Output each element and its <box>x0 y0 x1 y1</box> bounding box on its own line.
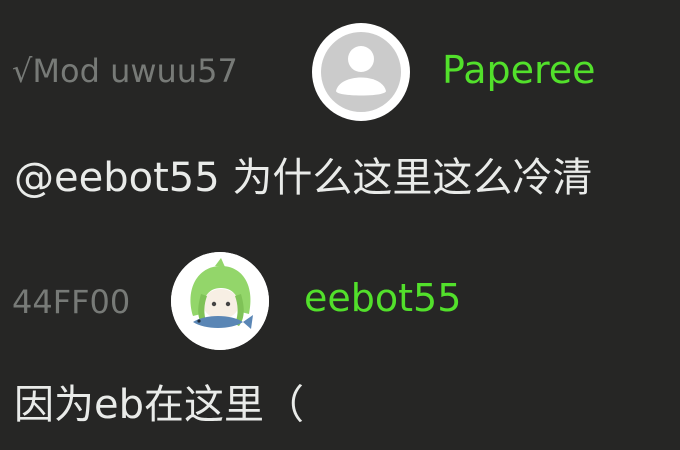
default-user-avatar-icon <box>321 32 401 112</box>
user-meta-label: 44FF00 <box>12 283 131 321</box>
avatar[interactable] <box>171 252 269 350</box>
message-text: @eebot55 为什么这里这么冷清 <box>14 155 593 201</box>
message-text: 因为eb在这里（ <box>14 382 304 428</box>
anime-character-avatar <box>171 252 269 350</box>
user-meta-label: √Mod uwuu57 <box>12 52 238 90</box>
username[interactable]: eebot55 <box>304 276 461 320</box>
avatar[interactable] <box>312 23 410 121</box>
username[interactable]: Paperee <box>442 48 596 92</box>
